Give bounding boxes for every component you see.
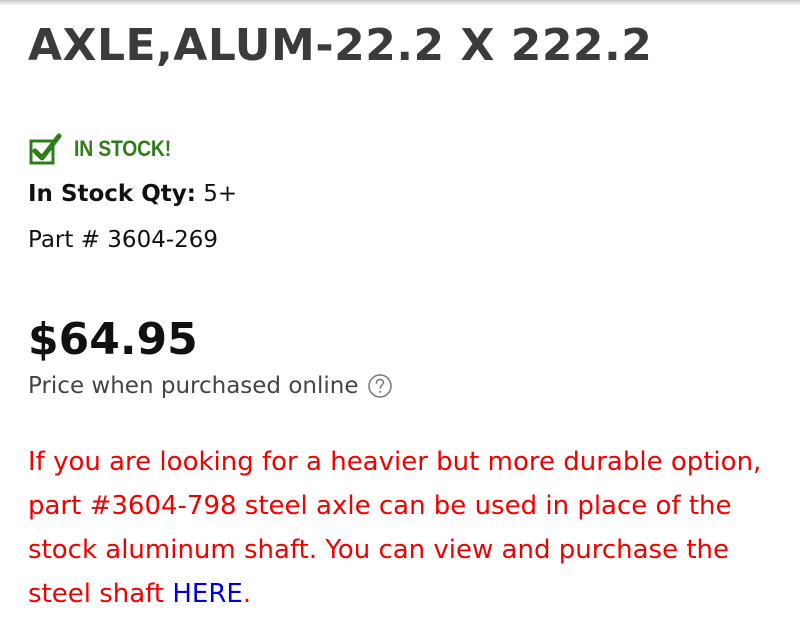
stock-qty-label: In Stock Qty: — [28, 181, 196, 207]
stock-status-text: IN STOCK! — [74, 136, 172, 161]
steel-axle-note: If you are looking for a heavier but mor… — [28, 440, 778, 616]
price-note: Price when purchased online — [28, 370, 393, 402]
stock-qty: In Stock Qty: 5+ — [28, 178, 237, 210]
here-link[interactable]: HERE — [172, 579, 242, 609]
part-number: Part # 3604-269 — [28, 227, 219, 253]
product-price: $64.95 — [28, 314, 198, 365]
product-title: AXLE,ALUM-22.2 X 222.2 — [28, 20, 653, 71]
question-circle-icon[interactable] — [367, 373, 393, 399]
note-suffix: . — [242, 579, 252, 609]
price-note-text: Price when purchased online — [28, 373, 359, 399]
stock-qty-value: 5+ — [195, 181, 238, 207]
top-shadow — [0, 0, 800, 6]
stock-badge: IN STOCK! — [28, 132, 184, 166]
checkbox-check-icon — [29, 133, 62, 165]
note-text: If you are looking for a heavier but mor… — [28, 447, 762, 609]
